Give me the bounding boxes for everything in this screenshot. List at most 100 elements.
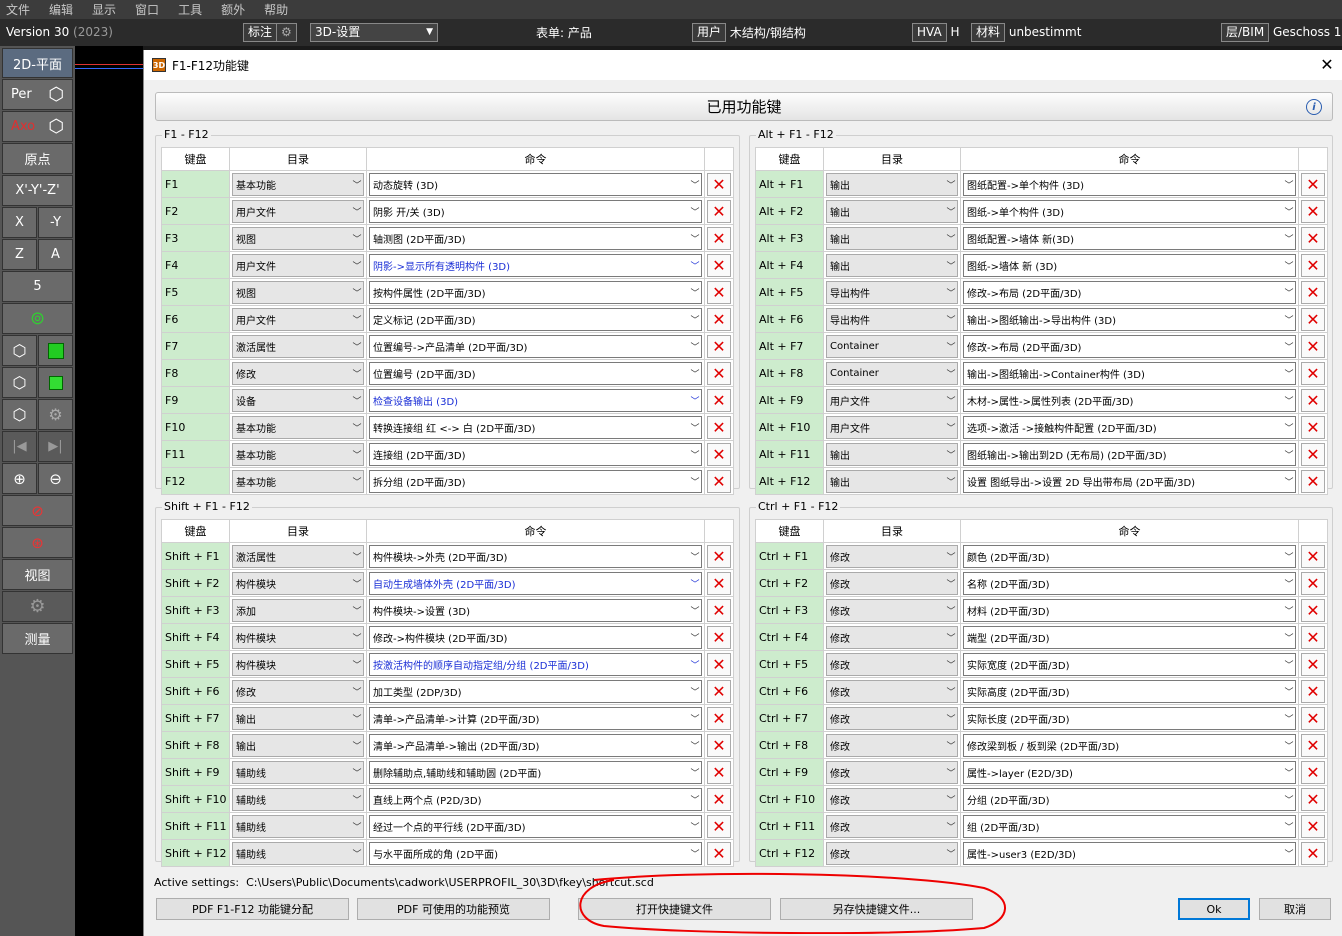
- category-dropdown[interactable]: 基本功能 ﹀: [232, 469, 364, 493]
- command-dropdown[interactable]: 删除辅助点,辅助线和辅助圆 (2D平面) ﹀: [369, 760, 702, 784]
- command-dropdown[interactable]: 图纸输出->输出到2D (无布局) (2D平面/3D) ﹀: [963, 442, 1296, 466]
- command-dropdown[interactable]: 转换连接组 红 <-> 白 (2D平面/3D) ﹀: [369, 415, 702, 439]
- command-dropdown[interactable]: 端型 (2D平面/3D) ﹀: [963, 625, 1296, 649]
- delete-icon[interactable]: ✕: [1301, 598, 1325, 622]
- command-dropdown[interactable]: 位置编号 (2D平面/3D) ﹀: [369, 361, 702, 385]
- category-dropdown[interactable]: 设备 ﹀: [232, 388, 364, 412]
- category-dropdown[interactable]: 激活属性 ﹀: [232, 544, 364, 568]
- delete-icon[interactable]: ✕: [1301, 442, 1325, 466]
- cancel-button[interactable]: 取消: [1259, 898, 1331, 920]
- delete-icon[interactable]: ✕: [707, 361, 731, 385]
- category-dropdown[interactable]: 修改 ﹀: [826, 706, 958, 730]
- delete-icon[interactable]: ✕: [707, 787, 731, 811]
- minus-y-view-button[interactable]: -Y: [38, 207, 73, 238]
- command-dropdown[interactable]: 设置 图纸导出->设置 2D 导出带布局 (2D平面/3D) ﹀: [963, 469, 1296, 493]
- category-dropdown[interactable]: 基本功能 ﹀: [232, 415, 364, 439]
- delete-icon[interactable]: ✕: [707, 733, 731, 757]
- command-dropdown[interactable]: 属性->layer (E2D/3D) ﹀: [963, 760, 1296, 784]
- category-dropdown[interactable]: 辅助线 ﹀: [232, 814, 364, 838]
- command-dropdown[interactable]: 按构件属性 (2D平面/3D) ﹀: [369, 280, 702, 304]
- command-dropdown[interactable]: 木材->属性->属性列表 (2D平面/3D) ﹀: [963, 388, 1296, 412]
- green-cube-icon[interactable]: [38, 335, 73, 366]
- delete-icon[interactable]: ✕: [1301, 334, 1325, 358]
- delete-icon[interactable]: ✕: [707, 760, 731, 784]
- delete-icon[interactable]: ✕: [1301, 253, 1325, 277]
- category-dropdown[interactable]: 修改 ﹀: [826, 787, 958, 811]
- category-dropdown[interactable]: 基本功能 ﹀: [232, 172, 364, 196]
- delete-icon[interactable]: ✕: [707, 652, 731, 676]
- delete-icon[interactable]: ✕: [707, 172, 731, 196]
- category-dropdown[interactable]: 基本功能 ﹀: [232, 442, 364, 466]
- category-dropdown[interactable]: 添加 ﹀: [232, 598, 364, 622]
- user-indicator[interactable]: 用户 木结构/钢结构: [692, 22, 806, 42]
- category-dropdown[interactable]: 修改 ﹀: [826, 841, 958, 865]
- menu-tools[interactable]: 工具: [178, 1, 202, 18]
- category-dropdown[interactable]: 修改 ﹀: [232, 679, 364, 703]
- category-dropdown[interactable]: 辅助线 ﹀: [232, 787, 364, 811]
- command-dropdown[interactable]: 输出->图纸输出->Container构件 (3D) ﹀: [963, 361, 1296, 385]
- menu-help[interactable]: 帮助: [264, 1, 288, 18]
- zoom-window-icon[interactable]: ⊛: [2, 527, 73, 558]
- delete-icon[interactable]: ✕: [707, 388, 731, 412]
- view-5-button[interactable]: 5: [2, 271, 73, 302]
- command-dropdown[interactable]: 输出->图纸输出->导出构件 (3D) ﹀: [963, 307, 1296, 331]
- delete-icon[interactable]: ✕: [707, 625, 731, 649]
- command-dropdown[interactable]: 加工类型 (2DP/3D) ﹀: [369, 679, 702, 703]
- category-dropdown[interactable]: Container ﹀: [826, 334, 958, 358]
- view-setting-dropdown[interactable]: 3D-设置 ▼: [310, 22, 438, 42]
- delete-icon[interactable]: ✕: [707, 679, 731, 703]
- delete-icon[interactable]: ✕: [1301, 841, 1325, 865]
- category-dropdown[interactable]: 用户文件 ﹀: [232, 307, 364, 331]
- delete-icon[interactable]: ✕: [1301, 652, 1325, 676]
- delete-icon[interactable]: ✕: [1301, 679, 1325, 703]
- pdf-preview-button[interactable]: PDF 可使用的功能预览: [357, 898, 550, 920]
- delete-icon[interactable]: ✕: [707, 442, 731, 466]
- delete-icon[interactable]: ✕: [1301, 388, 1325, 412]
- category-dropdown[interactable]: 用户文件 ﹀: [232, 199, 364, 223]
- category-dropdown[interactable]: 输出 ﹀: [232, 733, 364, 757]
- command-dropdown[interactable]: 自动生成墙体外壳 (2D平面/3D) ﹀: [369, 571, 702, 595]
- delete-icon[interactable]: ✕: [1301, 787, 1325, 811]
- delete-icon[interactable]: ✕: [1301, 280, 1325, 304]
- delete-icon[interactable]: ✕: [1301, 226, 1325, 250]
- delete-icon[interactable]: ✕: [1301, 760, 1325, 784]
- delete-icon[interactable]: ✕: [707, 469, 731, 493]
- delete-icon[interactable]: ✕: [1301, 733, 1325, 757]
- menu-file[interactable]: 文件: [6, 1, 30, 18]
- menu-edit[interactable]: 编辑: [49, 1, 73, 18]
- category-dropdown[interactable]: 修改 ﹀: [826, 652, 958, 676]
- delete-icon[interactable]: ✕: [707, 334, 731, 358]
- zoom-in-icon[interactable]: ⊕: [2, 463, 37, 494]
- x-view-button[interactable]: X: [2, 207, 37, 238]
- category-dropdown[interactable]: 输出 ﹀: [826, 253, 958, 277]
- measure-button[interactable]: 测量: [2, 623, 73, 654]
- command-dropdown[interactable]: 构件模块->外壳 (2D平面/3D) ﹀: [369, 544, 702, 568]
- category-dropdown[interactable]: 输出 ﹀: [826, 442, 958, 466]
- category-dropdown[interactable]: 输出 ﹀: [826, 226, 958, 250]
- command-dropdown[interactable]: 材料 (2D平面/3D) ﹀: [963, 598, 1296, 622]
- xyz-button[interactable]: X'-Y'-Z': [2, 175, 73, 206]
- command-dropdown[interactable]: 颜色 (2D平面/3D) ﹀: [963, 544, 1296, 568]
- pdf-assign-button[interactable]: PDF F1-F12 功能键分配: [156, 898, 349, 920]
- delete-icon[interactable]: ✕: [707, 544, 731, 568]
- delete-icon[interactable]: ✕: [1301, 571, 1325, 595]
- info-icon[interactable]: i: [1306, 99, 1322, 115]
- command-dropdown[interactable]: 修改->布局 (2D平面/3D) ﹀: [963, 334, 1296, 358]
- command-dropdown[interactable]: 修改->构件模块 (2D平面/3D) ﹀: [369, 625, 702, 649]
- menu-view[interactable]: 显示: [92, 1, 116, 18]
- category-dropdown[interactable]: 视图 ﹀: [232, 280, 364, 304]
- delete-icon[interactable]: ✕: [1301, 706, 1325, 730]
- gear-icon[interactable]: ⚙: [276, 22, 297, 42]
- category-dropdown[interactable]: 视图 ﹀: [232, 226, 364, 250]
- category-dropdown[interactable]: 辅助线 ﹀: [232, 841, 364, 865]
- cube-wireframe-icon[interactable]: ⬡: [2, 335, 37, 366]
- category-dropdown[interactable]: 用户文件 ﹀: [826, 388, 958, 412]
- category-dropdown[interactable]: 修改 ﹀: [232, 361, 364, 385]
- command-dropdown[interactable]: 组 (2D平面/3D) ﹀: [963, 814, 1296, 838]
- axonometric-button[interactable]: Axo ⬡: [2, 111, 73, 142]
- drawing-canvas[interactable]: [75, 46, 143, 936]
- delete-icon[interactable]: ✕: [707, 706, 731, 730]
- next-view-icon[interactable]: ▶|: [38, 431, 73, 462]
- category-dropdown[interactable]: 输出 ﹀: [826, 199, 958, 223]
- category-dropdown[interactable]: 修改 ﹀: [826, 625, 958, 649]
